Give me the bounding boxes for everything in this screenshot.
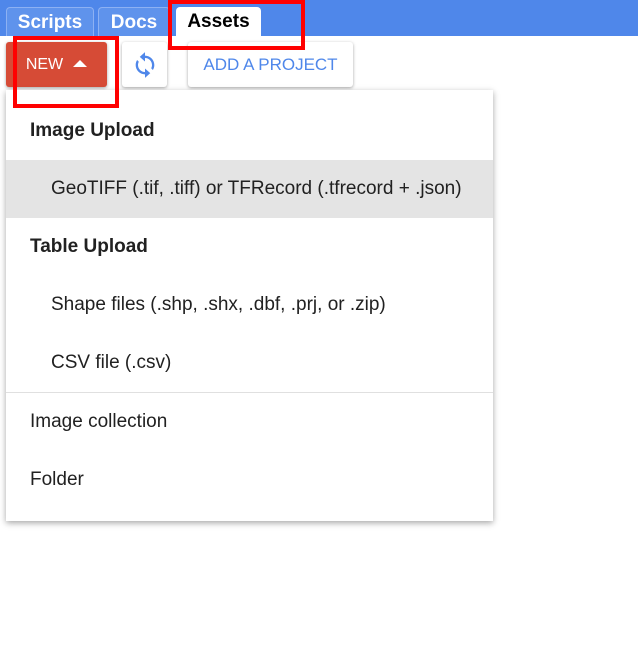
caret-up-icon <box>73 60 88 67</box>
menu-item-image-collection[interactable]: Image collection <box>6 393 493 451</box>
tab-docs[interactable]: Docs <box>98 7 170 36</box>
add-project-button[interactable]: ADD A PROJECT <box>188 42 353 87</box>
menu-item-geotiff-upload[interactable]: GeoTIFF (.tif, .tiff) or TFRecord (.tfre… <box>6 160 493 218</box>
tab-scripts[interactable]: Scripts <box>6 7 94 36</box>
menu-item-folder[interactable]: Folder <box>6 451 493 509</box>
refresh-button[interactable] <box>122 42 167 87</box>
page: Scripts Docs Assets NEW ADD A PROJECT Im… <box>0 0 638 661</box>
new-button-label: NEW <box>25 55 64 73</box>
table-upload-header: Table Upload <box>30 236 148 257</box>
menu-item-shape-files[interactable]: Shape files (.shp, .shx, .dbf, .prj, or … <box>6 276 493 334</box>
refresh-icon <box>135 51 154 78</box>
new-button[interactable]: NEW <box>6 42 107 87</box>
image-upload-header: Image Upload <box>30 120 155 141</box>
tab-assets[interactable]: Assets <box>176 7 261 36</box>
menu-item-csv-file[interactable]: CSV file (.csv) <box>6 334 493 392</box>
new-dropdown-menu: Image Upload GeoTIFF (.tif, .tiff) or TF… <box>6 90 493 521</box>
tab-bar: Scripts Docs Assets <box>0 0 638 36</box>
